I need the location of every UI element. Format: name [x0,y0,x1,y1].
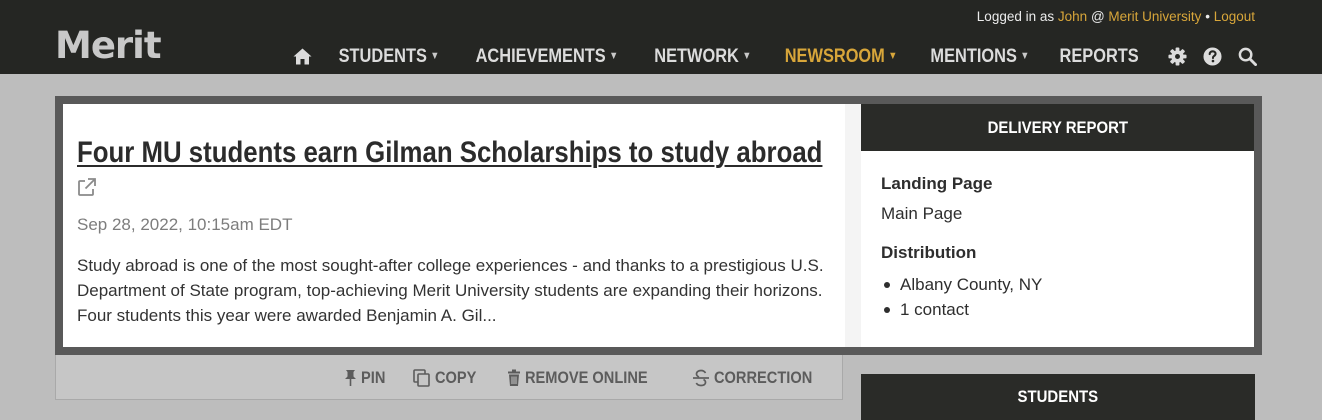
trash-icon [508,369,521,386]
gear-icon[interactable] [1166,45,1188,67]
distribution-item: Albany County, NY [881,272,1042,297]
landing-page-label: Landing Page [881,174,993,193]
top-navigation-bar: Merit Logged in as John @ Merit Universi… [0,0,1322,74]
correction-button[interactable]: CORRECTION [692,368,828,388]
delivery-report-header: DELIVERY REPORT [861,104,1254,151]
pin-button[interactable]: PIN [344,368,389,388]
chevron-down-icon: ▼ [1020,50,1030,62]
copy-button[interactable]: COPY [413,368,483,388]
landing-page-value: Main Page [881,204,963,223]
nav-network-label: NETWORK [654,44,740,67]
logged-in-label: Logged in as [976,9,1055,24]
nav-mentions[interactable]: MENTIONS ▼ [930,45,1029,68]
search-icon[interactable] [1236,45,1258,67]
nav-achievements-label: ACHIEVEMENTS [475,44,607,67]
remove-online-label: REMOVE ONLINE [525,368,648,387]
organization-link[interactable]: Merit University [1108,9,1201,24]
chevron-down-icon: ▼ [742,50,752,62]
copy-icon [413,369,430,387]
article-date: Sep 28, 2022, 10:15am EDT [77,215,293,234]
chevron-down-icon: ▼ [609,50,619,62]
article-action-bar: PIN COPY REMOVE ONLINE CORRECTION [55,355,843,400]
nav-newsroom-label: NEWSROOM [784,44,885,67]
user-name-link[interactable]: John [1058,9,1087,24]
students-panel-header: STUDENTS [861,374,1255,420]
correction-label: CORRECTION [713,368,813,387]
home-icon[interactable] [291,45,313,67]
at-sign: @ [1090,9,1105,24]
pin-label: PIN [360,368,385,387]
nav-reports-label: REPORTS [1059,44,1139,67]
external-link-icon[interactable] [77,177,97,197]
nav-newsroom[interactable]: NEWSROOM ▼ [785,45,898,68]
main-nav: STUDENTS ▼ ACHIEVEMENTS ▼ NETWORK ▼ NEWS… [291,44,1258,68]
copy-label: COPY [434,368,477,387]
nav-network[interactable]: NETWORK ▼ [654,45,751,68]
nav-mentions-label: MENTIONS [930,44,1017,67]
distribution-item: 1 contact [881,297,1042,322]
nav-achievements[interactable]: ACHIEVEMENTS ▼ [476,45,619,68]
article-panel-edge [845,104,861,347]
article-title-link[interactable]: Four MU students earn Gilman Scholarship… [77,136,822,170]
remove-online-button[interactable]: REMOVE ONLINE [507,368,668,388]
students-panel-title: STUDENTS [1017,387,1099,406]
nav-students[interactable]: STUDENTS ▼ [339,45,440,68]
pin-icon [344,370,356,386]
separator-dot: • [1205,9,1210,24]
user-status: Logged in as John @ Merit University • L… [977,8,1255,25]
delivery-report-title: DELIVERY REPORT [987,117,1128,137]
distribution-list: Albany County, NY 1 contact [881,272,1042,322]
help-icon[interactable] [1201,45,1223,67]
chevron-down-icon: ▼ [888,50,898,62]
nav-students-label: STUDENTS [339,44,428,67]
nav-reports[interactable]: REPORTS [1059,45,1138,68]
article-actions: PIN COPY REMOVE ONLINE CORRECTION [320,368,828,388]
merit-logo[interactable]: Merit [55,24,162,68]
distribution-label: Distribution [881,243,977,262]
chevron-down-icon: ▼ [430,50,440,62]
delivery-report-panel: DELIVERY REPORT Landing Page Main Page D… [861,104,1254,347]
article-summary: Study abroad is one of the most sought-a… [77,256,824,325]
logout-link[interactable]: Logout [1214,9,1255,24]
strikethrough-icon [692,369,709,387]
